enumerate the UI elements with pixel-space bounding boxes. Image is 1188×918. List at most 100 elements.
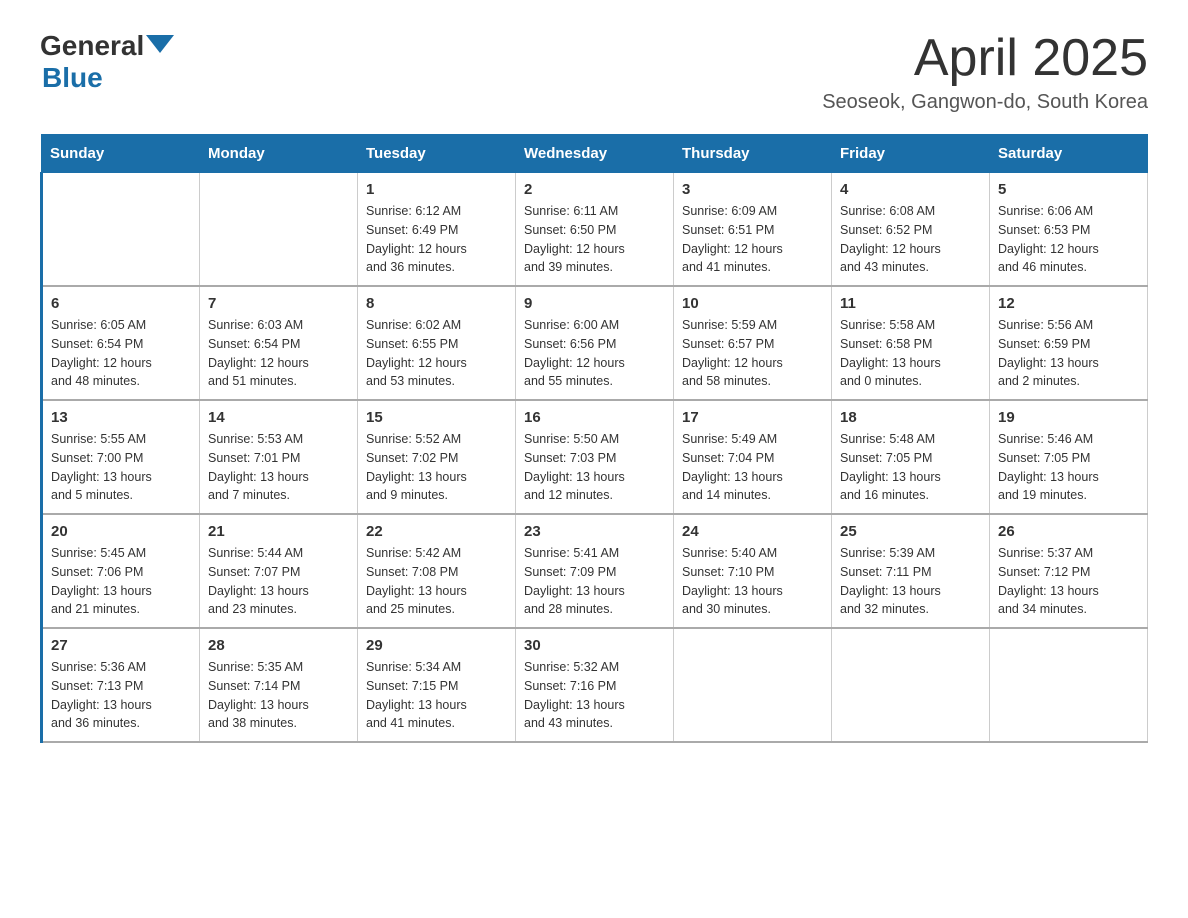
calendar-cell: 15 Sunrise: 5:52 AM Sunset: 7:02 PM Dayli… bbox=[358, 400, 516, 514]
calendar-cell: 11 Sunrise: 5:58 AM Sunset: 6:58 PM Dayli… bbox=[832, 286, 990, 400]
day-info: Sunrise: 5:49 AM Sunset: 7:04 PM Dayligh… bbox=[682, 430, 823, 505]
day-number: 5 bbox=[998, 181, 1139, 198]
calendar-table: SundayMondayTuesdayWednesdayThursdayFrid… bbox=[40, 134, 1148, 743]
day-number: 6 bbox=[51, 295, 191, 312]
day-number: 9 bbox=[524, 295, 665, 312]
column-header-tuesday: Tuesday bbox=[358, 135, 516, 173]
day-info: Sunrise: 5:46 AM Sunset: 7:05 PM Dayligh… bbox=[998, 430, 1139, 505]
calendar-cell: 7Sunrise: 6:03 AM Sunset: 6:54 PM Daylig… bbox=[200, 286, 358, 400]
day-info: Sunrise: 5:39 AM Sunset: 7:11 PM Dayligh… bbox=[840, 544, 981, 619]
calendar-cell: 21 Sunrise: 5:44 AM Sunset: 7:07 PM Dayli… bbox=[200, 514, 358, 628]
day-number: 13 bbox=[51, 409, 191, 426]
day-info: Sunrise: 5:42 AM Sunset: 7:08 PM Dayligh… bbox=[366, 544, 507, 619]
day-info: Sunrise: 6:12 AM Sunset: 6:49 PM Dayligh… bbox=[366, 202, 507, 277]
day-info: Sunrise: 5:36 AM Sunset: 7:13 PM Dayligh… bbox=[51, 658, 191, 733]
day-info: Sunrise: 6:06 AM Sunset: 6:53 PM Dayligh… bbox=[998, 202, 1139, 277]
calendar-cell: 4 Sunrise: 6:08 AM Sunset: 6:52 PM Daylig… bbox=[832, 173, 990, 287]
logo-general-text: General bbox=[40, 30, 144, 62]
day-number: 17 bbox=[682, 409, 823, 426]
calendar-week-row: 20 Sunrise: 5:45 AM Sunset: 7:06 PM Dayli… bbox=[42, 514, 1148, 628]
calendar-cell: 22 Sunrise: 5:42 AM Sunset: 7:08 PM Dayli… bbox=[358, 514, 516, 628]
day-info: Sunrise: 5:34 AM Sunset: 7:15 PM Dayligh… bbox=[366, 658, 507, 733]
calendar-week-row: 6 Sunrise: 6:05 AM Sunset: 6:54 PM Daylig… bbox=[42, 286, 1148, 400]
column-header-saturday: Saturday bbox=[990, 135, 1148, 173]
day-info: Sunrise: 6:05 AM Sunset: 6:54 PM Dayligh… bbox=[51, 316, 191, 391]
calendar-cell bbox=[200, 173, 358, 287]
calendar-cell: 24Sunrise: 5:40 AM Sunset: 7:10 PM Dayli… bbox=[674, 514, 832, 628]
day-number: 20 bbox=[51, 523, 191, 540]
day-number: 3 bbox=[682, 181, 823, 198]
day-number: 30 bbox=[524, 637, 665, 654]
day-number: 4 bbox=[840, 181, 981, 198]
calendar-cell: 18Sunrise: 5:48 AM Sunset: 7:05 PM Dayli… bbox=[832, 400, 990, 514]
day-number: 23 bbox=[524, 523, 665, 540]
calendar-cell: 12Sunrise: 5:56 AM Sunset: 6:59 PM Dayli… bbox=[990, 286, 1148, 400]
calendar-cell: 1 Sunrise: 6:12 AM Sunset: 6:49 PM Daylig… bbox=[358, 173, 516, 287]
calendar-cell: 14Sunrise: 5:53 AM Sunset: 7:01 PM Dayli… bbox=[200, 400, 358, 514]
column-header-sunday: Sunday bbox=[42, 135, 200, 173]
day-number: 25 bbox=[840, 523, 981, 540]
day-info: Sunrise: 5:58 AM Sunset: 6:58 PM Dayligh… bbox=[840, 316, 981, 391]
calendar-cell bbox=[674, 628, 832, 742]
calendar-cell: 23 Sunrise: 5:41 AM Sunset: 7:09 PM Dayli… bbox=[516, 514, 674, 628]
day-number: 16 bbox=[524, 409, 665, 426]
day-info: Sunrise: 6:00 AM Sunset: 6:56 PM Dayligh… bbox=[524, 316, 665, 391]
column-header-monday: Monday bbox=[200, 135, 358, 173]
day-number: 2 bbox=[524, 181, 665, 198]
calendar-cell: 13 Sunrise: 5:55 AM Sunset: 7:00 PM Dayli… bbox=[42, 400, 200, 514]
day-number: 19 bbox=[998, 409, 1139, 426]
calendar-cell: 8Sunrise: 6:02 AM Sunset: 6:55 PM Daylig… bbox=[358, 286, 516, 400]
day-number: 10 bbox=[682, 295, 823, 312]
day-number: 24 bbox=[682, 523, 823, 540]
day-number: 15 bbox=[366, 409, 507, 426]
column-header-thursday: Thursday bbox=[674, 135, 832, 173]
day-number: 7 bbox=[208, 295, 349, 312]
calendar-cell: 9 Sunrise: 6:00 AM Sunset: 6:56 PM Daylig… bbox=[516, 286, 674, 400]
calendar-title: April 2025 bbox=[822, 30, 1148, 87]
day-info: Sunrise: 6:09 AM Sunset: 6:51 PM Dayligh… bbox=[682, 202, 823, 277]
calendar-subtitle: Seoseok, Gangwon-do, South Korea bbox=[822, 91, 1148, 114]
calendar-week-row: 27Sunrise: 5:36 AM Sunset: 7:13 PM Dayli… bbox=[42, 628, 1148, 742]
day-info: Sunrise: 5:35 AM Sunset: 7:14 PM Dayligh… bbox=[208, 658, 349, 733]
column-header-wednesday: Wednesday bbox=[516, 135, 674, 173]
calendar-cell: 6 Sunrise: 6:05 AM Sunset: 6:54 PM Daylig… bbox=[42, 286, 200, 400]
calendar-cell: 28Sunrise: 5:35 AM Sunset: 7:14 PM Dayli… bbox=[200, 628, 358, 742]
calendar-week-row: 13 Sunrise: 5:55 AM Sunset: 7:00 PM Dayli… bbox=[42, 400, 1148, 514]
day-info: Sunrise: 6:08 AM Sunset: 6:52 PM Dayligh… bbox=[840, 202, 981, 277]
page-header: General Blue April 2025 Seoseok, Gangwon… bbox=[40, 30, 1148, 114]
day-info: Sunrise: 5:45 AM Sunset: 7:06 PM Dayligh… bbox=[51, 544, 191, 619]
calendar-cell: 26 Sunrise: 5:37 AM Sunset: 7:12 PM Dayli… bbox=[990, 514, 1148, 628]
day-info: Sunrise: 5:56 AM Sunset: 6:59 PM Dayligh… bbox=[998, 316, 1139, 391]
calendar-cell: 2Sunrise: 6:11 AM Sunset: 6:50 PM Daylig… bbox=[516, 173, 674, 287]
calendar-cell: 16 Sunrise: 5:50 AM Sunset: 7:03 PM Dayli… bbox=[516, 400, 674, 514]
column-header-friday: Friday bbox=[832, 135, 990, 173]
calendar-cell: 30Sunrise: 5:32 AM Sunset: 7:16 PM Dayli… bbox=[516, 628, 674, 742]
day-number: 1 bbox=[366, 181, 507, 198]
day-info: Sunrise: 5:41 AM Sunset: 7:09 PM Dayligh… bbox=[524, 544, 665, 619]
day-info: Sunrise: 5:37 AM Sunset: 7:12 PM Dayligh… bbox=[998, 544, 1139, 619]
calendar-cell: 29Sunrise: 5:34 AM Sunset: 7:15 PM Dayli… bbox=[358, 628, 516, 742]
day-number: 22 bbox=[366, 523, 507, 540]
logo-blue-text: Blue bbox=[42, 62, 103, 94]
day-info: Sunrise: 5:44 AM Sunset: 7:07 PM Dayligh… bbox=[208, 544, 349, 619]
logo-arrow-icon bbox=[146, 35, 174, 53]
calendar-cell: 5 Sunrise: 6:06 AM Sunset: 6:53 PM Daylig… bbox=[990, 173, 1148, 287]
calendar-cell: 27Sunrise: 5:36 AM Sunset: 7:13 PM Dayli… bbox=[42, 628, 200, 742]
calendar-week-row: 1 Sunrise: 6:12 AM Sunset: 6:49 PM Daylig… bbox=[42, 173, 1148, 287]
day-info: Sunrise: 5:55 AM Sunset: 7:00 PM Dayligh… bbox=[51, 430, 191, 505]
calendar-cell: 20 Sunrise: 5:45 AM Sunset: 7:06 PM Dayli… bbox=[42, 514, 200, 628]
logo: General Blue bbox=[40, 30, 174, 94]
calendar-cell bbox=[990, 628, 1148, 742]
calendar-cell: 19 Sunrise: 5:46 AM Sunset: 7:05 PM Dayli… bbox=[990, 400, 1148, 514]
day-number: 26 bbox=[998, 523, 1139, 540]
calendar-cell bbox=[42, 173, 200, 287]
day-info: Sunrise: 5:50 AM Sunset: 7:03 PM Dayligh… bbox=[524, 430, 665, 505]
day-number: 21 bbox=[208, 523, 349, 540]
calendar-cell: 17 Sunrise: 5:49 AM Sunset: 7:04 PM Dayli… bbox=[674, 400, 832, 514]
day-number: 18 bbox=[840, 409, 981, 426]
calendar-cell: 25 Sunrise: 5:39 AM Sunset: 7:11 PM Dayli… bbox=[832, 514, 990, 628]
day-number: 14 bbox=[208, 409, 349, 426]
day-info: Sunrise: 6:02 AM Sunset: 6:55 PM Dayligh… bbox=[366, 316, 507, 391]
day-number: 11 bbox=[840, 295, 981, 312]
day-info: Sunrise: 5:52 AM Sunset: 7:02 PM Dayligh… bbox=[366, 430, 507, 505]
